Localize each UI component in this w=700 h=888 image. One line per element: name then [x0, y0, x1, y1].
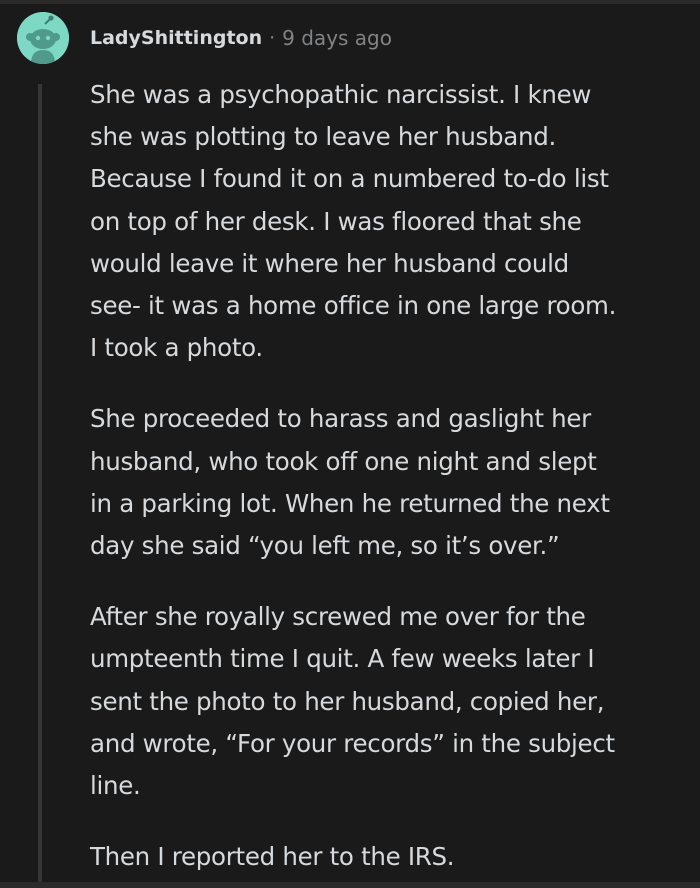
meta-separator: · — [269, 27, 276, 49]
timestamp-link[interactable]: 9 days ago — [282, 26, 392, 50]
comment-line: husband, who took off one night and slep… — [90, 446, 597, 476]
comment-line: line. — [90, 771, 141, 801]
collapse-thread-line[interactable] — [38, 84, 42, 888]
comment-line: After she royally screwed me over for th… — [90, 602, 586, 632]
comment-line: on top of her desk. I was floored that s… — [90, 206, 582, 236]
comment-header: LadyShittington · 9 days ago — [90, 24, 392, 52]
comment-line: I took a photo. — [90, 333, 263, 363]
comment: LadyShittington · 9 days ago She was a p… — [0, 0, 700, 888]
comment-line: Then I reported her to the IRS. — [90, 842, 455, 872]
comment-line: umpteenth time I quit. A few weeks later… — [90, 644, 595, 674]
comment-paragraph: She was a psychopathic narcissist. I kne… — [90, 74, 690, 369]
comment-line: in a parking lot. When he returned the n… — [90, 488, 610, 518]
bottom-divider — [0, 882, 700, 888]
comment-paragraph: Then I reported her to the IRS. — [90, 836, 690, 878]
comment-paragraph: She proceeded to harass and gaslight her… — [90, 398, 690, 567]
comment-line: She proceeded to harass and gaslight her — [90, 404, 591, 434]
comment-line: She was a psychopathic narcissist. I kne… — [90, 80, 592, 109]
comment-line: day she said “you left me, so it’s over.… — [90, 531, 560, 561]
comment-line: sent the photo to her husband, copied he… — [90, 686, 605, 716]
comment-line: and wrote, “For your records” in the sub… — [90, 728, 615, 758]
comment-body: She was a psychopathic narcissist. I kne… — [90, 74, 690, 888]
comment-line: would leave it where her husband could — [90, 248, 569, 278]
comment-line: see- it was a home office in one large r… — [90, 291, 617, 321]
comment-paragraph: After she royally screwed me over for th… — [90, 596, 690, 807]
username-link[interactable]: LadyShittington — [90, 27, 262, 49]
snoo-avatar-icon — [17, 12, 69, 64]
avatar[interactable] — [17, 12, 69, 64]
comment-line: Because I found it on a numbered to-do l… — [90, 164, 609, 194]
comment-line: she was plotting to leave her husband. — [90, 122, 556, 152]
